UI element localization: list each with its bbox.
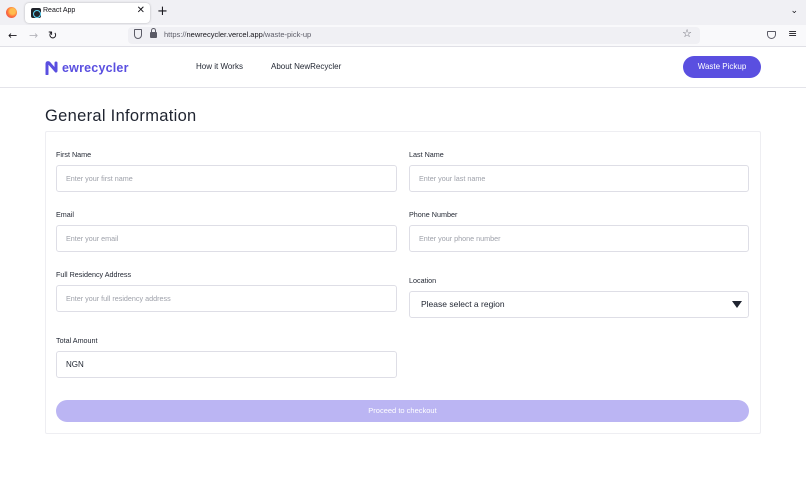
reload-icon[interactable]: ↻ <box>48 28 57 44</box>
page-title: General Information <box>45 107 197 125</box>
proceed-to-checkout-button[interactable]: Proceed to checkout <box>56 400 749 422</box>
logo-text: ewrecycler <box>62 61 129 75</box>
phone-input[interactable]: Enter your phone number <box>409 225 749 252</box>
location-label: Location <box>409 276 437 285</box>
url-prefix: https:// <box>164 30 187 39</box>
firefox-icon[interactable] <box>6 7 17 18</box>
email-input[interactable]: Enter your email <box>56 225 397 252</box>
react-favicon-icon <box>31 8 41 18</box>
lock-icon[interactable] <box>150 28 157 38</box>
email-label: Email <box>56 210 74 219</box>
url-text[interactable]: https://newrecycler.vercel.app/waste-pic… <box>164 30 311 39</box>
location-select[interactable]: Please select a region <box>409 291 749 318</box>
first-name-label: First Name <box>56 150 92 159</box>
caret-down-icon[interactable] <box>732 301 742 308</box>
nav-about[interactable]: About NewRecycler <box>271 62 341 71</box>
close-tab-icon[interactable]: ✕ <box>137 5 145 16</box>
back-icon[interactable]: ← <box>8 28 17 44</box>
waste-pickup-button[interactable]: Waste Pickup <box>683 56 761 78</box>
url-path: /waste-pick-up <box>262 30 312 39</box>
chevron-down-icon[interactable]: ⌄ <box>790 6 798 16</box>
url-bar[interactable]: https://newrecycler.vercel.app/waste-pic… <box>128 27 700 44</box>
browser-tabstrip: React App ✕ + ⌄ <box>0 0 806 25</box>
logo-n-icon <box>45 61 58 75</box>
app-header: ewrecycler How it Works About NewRecycle… <box>0 48 806 88</box>
location-selected-value: Please select a region <box>421 299 505 309</box>
browser-tab[interactable]: React App ✕ <box>25 3 150 23</box>
tracking-shield-icon[interactable] <box>134 29 142 39</box>
new-tab-icon[interactable]: + <box>157 4 168 19</box>
bookmark-star-icon[interactable]: ☆ <box>682 27 692 40</box>
first-name-input[interactable]: Enter your first name <box>56 165 397 192</box>
total-amount-label: Total Amount <box>56 336 98 345</box>
menu-icon[interactable]: ≡ <box>788 27 797 40</box>
url-host: newrecycler.vercel.app <box>186 30 263 39</box>
logo[interactable]: ewrecycler <box>45 59 129 77</box>
address-input[interactable]: Enter your full residency address <box>56 285 397 312</box>
tab-title: React App <box>43 7 76 14</box>
address-label: Full Residency Address <box>56 270 132 279</box>
last-name-label: Last Name <box>409 150 444 159</box>
last-name-input[interactable]: Enter your last name <box>409 165 749 192</box>
browser-navbar: ← → ↻ https://newrecycler.vercel.app/was… <box>0 25 806 47</box>
phone-label: Phone Number <box>409 210 458 219</box>
forward-icon[interactable]: → <box>29 28 38 44</box>
total-amount-input[interactable]: NGN <box>56 351 397 378</box>
nav-how-it-works[interactable]: How it Works <box>196 62 243 71</box>
